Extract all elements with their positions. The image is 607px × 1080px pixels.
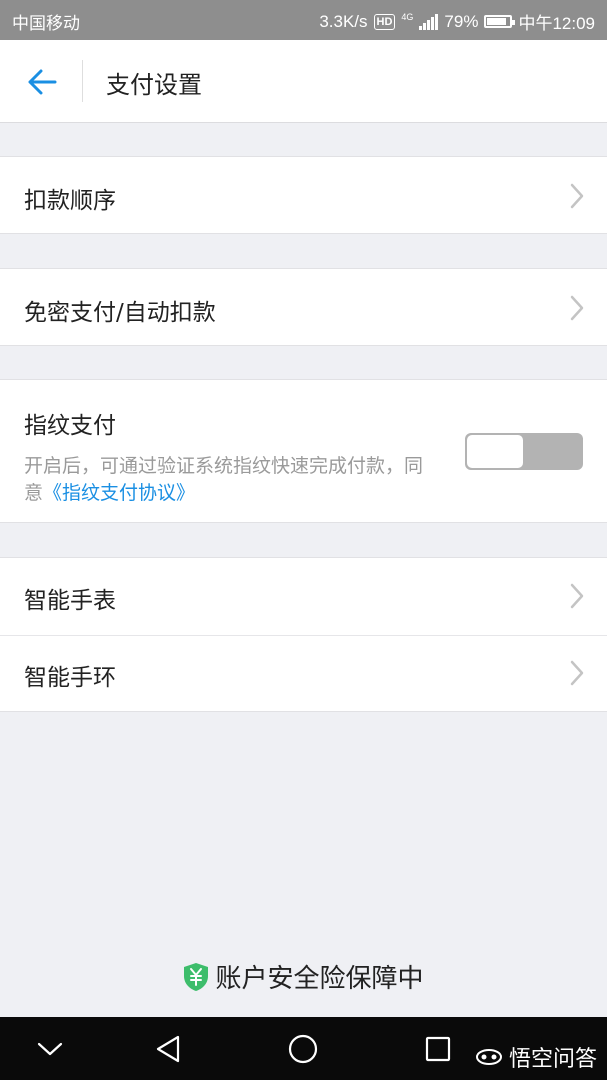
wukong-logo-icon bbox=[475, 1049, 502, 1065]
chevron-right-icon bbox=[570, 295, 584, 321]
clock: 中午12:09 bbox=[518, 14, 595, 33]
smart-watch-row[interactable]: 智能手表 bbox=[0, 558, 607, 635]
smart-band-label: 智能手环 bbox=[24, 665, 116, 691]
nav-home-button[interactable] bbox=[285, 1031, 321, 1067]
password-free-label: 免密支付/自动扣款 bbox=[24, 300, 216, 326]
fingerprint-pay-label: 指纹支付 bbox=[24, 413, 116, 439]
smart-band-row[interactable]: 智能手环 bbox=[0, 636, 607, 712]
hd-icon: HD bbox=[373, 13, 396, 30]
carrier-name: 中国移动 bbox=[12, 14, 80, 33]
smart-watch-label: 智能手表 bbox=[24, 588, 116, 614]
chevron-down-icon bbox=[37, 1042, 63, 1056]
recents-square-icon bbox=[425, 1036, 451, 1062]
page-title: 支付设置 bbox=[106, 71, 202, 99]
account-insurance-banner: 账户安全险保障中 bbox=[0, 958, 607, 995]
nav-back-button[interactable] bbox=[150, 1031, 186, 1067]
password-free-row[interactable]: 免密支付/自动扣款 bbox=[0, 268, 607, 346]
network-type: 4G bbox=[401, 12, 414, 22]
system-nav-bar: 悟空问答 bbox=[0, 1017, 607, 1080]
fingerprint-pay-row: 指纹支付 开启后，可通过验证系统指纹快速完成付款，同意《指纹支付协议》 bbox=[0, 379, 607, 523]
hide-nav-button[interactable] bbox=[32, 1031, 68, 1067]
back-triangle-icon bbox=[156, 1035, 180, 1063]
status-indicators: 3.3K/s HD 4G 79% 中午12:09 bbox=[319, 9, 595, 34]
toggle-knob bbox=[467, 435, 523, 468]
shield-yuan-icon bbox=[184, 962, 209, 991]
wukong-watermark: 悟空问答 bbox=[475, 1041, 597, 1073]
arrow-left-icon bbox=[28, 69, 57, 95]
fingerprint-pay-toggle[interactable] bbox=[465, 433, 583, 470]
chevron-right-icon bbox=[570, 660, 584, 686]
signal-icon bbox=[419, 13, 439, 30]
watermark-text: 悟空问答 bbox=[508, 1047, 597, 1072]
fingerprint-agreement-link[interactable]: 《指纹支付协议》 bbox=[43, 482, 195, 504]
deduction-order-label: 扣款顺序 bbox=[24, 188, 116, 214]
nav-recents-button[interactable] bbox=[420, 1031, 456, 1067]
home-circle-icon bbox=[288, 1034, 318, 1064]
smart-devices-group: 智能手表 智能手环 bbox=[0, 557, 607, 712]
deduction-order-row[interactable]: 扣款顺序 bbox=[0, 156, 607, 234]
battery-icon bbox=[484, 15, 516, 28]
status-bar: 中国移动 3.3K/s HD 4G 79% 中午12:09 bbox=[0, 0, 607, 40]
app-header: 支付设置 bbox=[0, 40, 607, 123]
fingerprint-pay-description: 开启后，可通过验证系统指纹快速完成付款，同意《指纹支付协议》 bbox=[24, 453, 434, 507]
header-divider bbox=[82, 60, 83, 102]
chevron-right-icon bbox=[570, 183, 584, 209]
battery-percent: 79% bbox=[444, 11, 479, 31]
back-button[interactable] bbox=[20, 60, 64, 104]
network-speed: 3.3K/s bbox=[319, 11, 368, 31]
chevron-right-icon bbox=[570, 583, 584, 609]
account-insurance-text: 账户安全险保障中 bbox=[215, 964, 424, 994]
